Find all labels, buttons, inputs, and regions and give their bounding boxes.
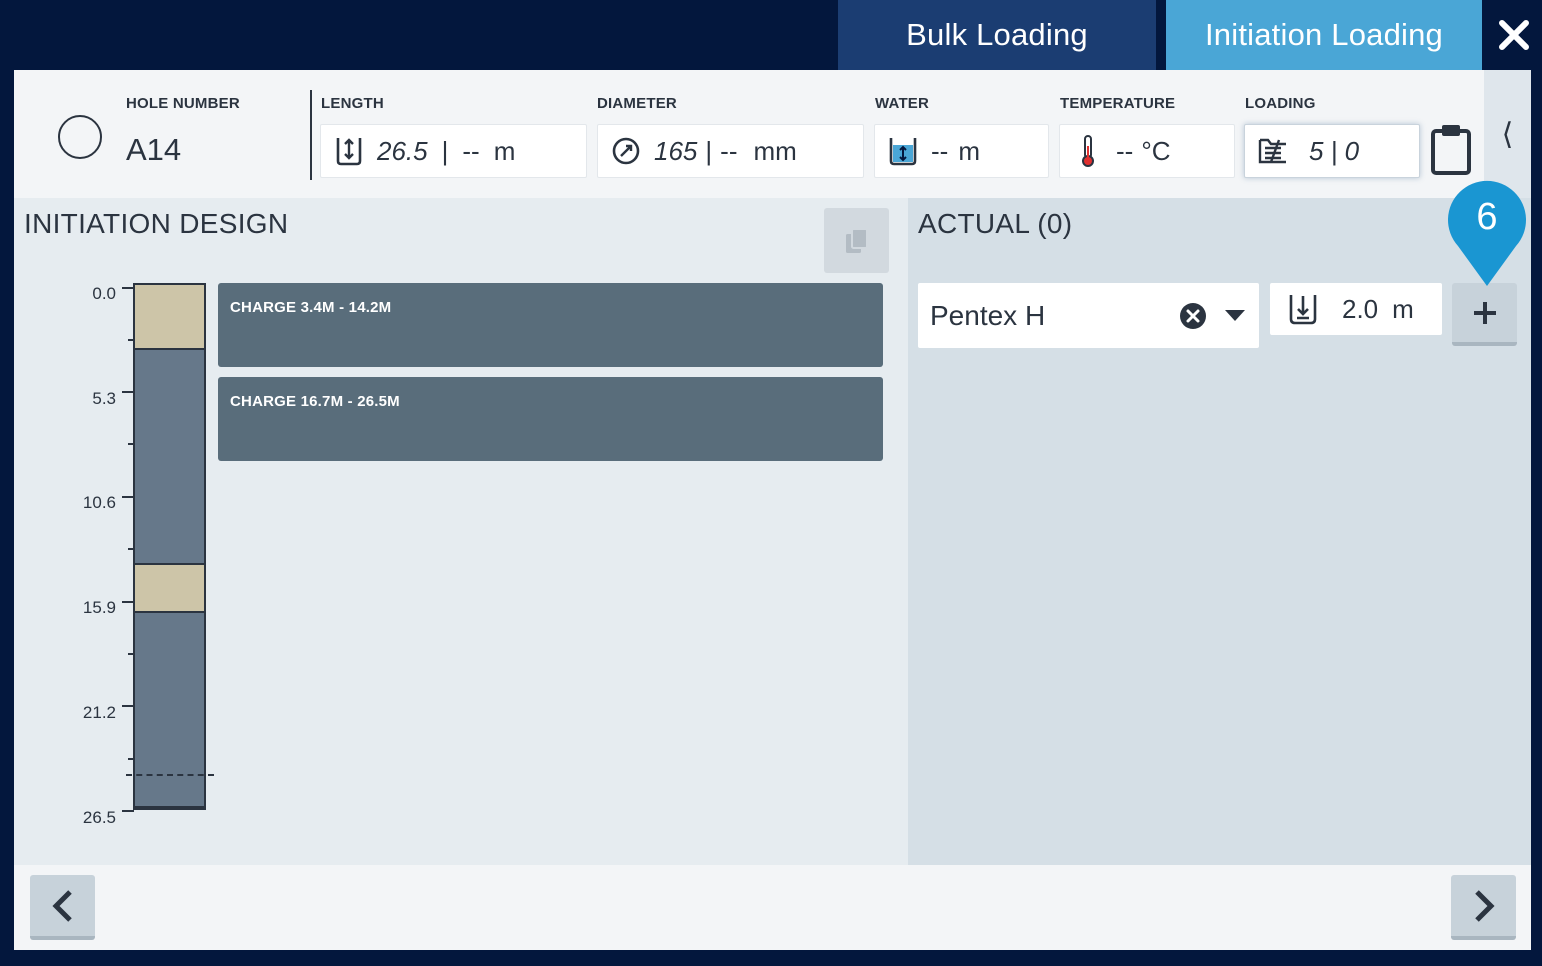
scale-label: 0.0 [92, 284, 116, 303]
scale-label: 26.5 [82, 808, 116, 827]
thermometer-icon [1060, 134, 1116, 168]
initiation-design-title: INITIATION DESIGN [24, 208, 289, 239]
scale-label: 21.2 [82, 703, 116, 722]
charge-block[interactable]: CHARGE 3.4M - 14.2M [218, 283, 883, 367]
depth-icon [1270, 292, 1336, 326]
loading-field[interactable]: 5 | 0 [1244, 124, 1420, 178]
tab-bulk-loading[interactable]: Bulk Loading [838, 0, 1156, 70]
main-panel: HOLE NUMBER A14 LENGTH 26.5 | -- m DIAME… [14, 70, 1531, 950]
hole-status-indicator [58, 115, 102, 159]
hole-header: HOLE NUMBER A14 LENGTH 26.5 | -- m DIAME… [14, 70, 1484, 198]
product-length-field[interactable]: 2.0 m [1270, 283, 1442, 335]
add-product-button[interactable] [1452, 283, 1517, 346]
product-length-value: 2.0 [1342, 293, 1379, 324]
clipboard-button[interactable] [1428, 122, 1474, 178]
product-dropdown-button[interactable] [1225, 309, 1245, 322]
length-field[interactable]: 26.5 | -- m [320, 124, 587, 178]
length-label: LENGTH [321, 95, 384, 112]
charge-label: CHARGE 16.7M - 26.5M [230, 393, 400, 410]
stemming-segment [135, 563, 204, 613]
product-name: Pentex H [930, 299, 1046, 331]
charge-label: CHARGE 3.4M - 14.2M [230, 299, 392, 316]
scale-tick [122, 810, 134, 812]
temperature-unit: °C [1141, 135, 1171, 166]
water-label: WATER [875, 95, 930, 112]
loading-label: LOADING [1245, 95, 1316, 112]
caret-down-icon [1225, 309, 1245, 321]
close-icon [1499, 20, 1529, 50]
hole-length-icon [321, 135, 377, 167]
diameter-design-value: 165 [654, 135, 698, 166]
temperature-field[interactable]: -- °C [1059, 124, 1235, 178]
product-select[interactable]: Pentex H [918, 283, 1259, 348]
plus-icon [1473, 301, 1496, 324]
tab-initiation-loading[interactable]: Initiation Loading [1166, 0, 1482, 70]
close-button[interactable] [1490, 10, 1538, 60]
step-callout-number: 6 [1476, 196, 1498, 238]
clear-product-button[interactable] [1179, 302, 1207, 330]
footer-nav [14, 865, 1531, 950]
clipboard-icon [1431, 125, 1471, 175]
previous-button[interactable] [30, 875, 95, 940]
length-unit: m [493, 135, 516, 166]
scale-label: 10.6 [82, 493, 116, 512]
copy-design-button[interactable] [824, 208, 889, 273]
next-button[interactable] [1451, 875, 1516, 940]
loading-icon [1245, 136, 1301, 166]
water-field[interactable]: -- m [874, 124, 1049, 178]
actual-title: ACTUAL (0) [918, 208, 1073, 239]
diameter-icon [598, 136, 654, 166]
charge-block[interactable]: CHARGE 16.7M - 26.5M [218, 377, 883, 461]
length-actual-value: -- [462, 135, 480, 166]
hole-column [133, 283, 206, 810]
scale-label: 15.9 [82, 598, 116, 617]
stemming-segment [135, 285, 204, 350]
hole-number-value: A14 [126, 132, 182, 167]
diameter-field[interactable]: 165 | -- mm [597, 124, 864, 178]
diameter-unit: mm [753, 135, 797, 166]
initiation-design-section: INITIATION DESIGN 0.0 5.3 10.6 15.9 21.2… [14, 198, 908, 865]
water-level-icon [875, 135, 931, 167]
diameter-label: DIAMETER [597, 95, 677, 112]
product-length-unit: m [1392, 293, 1414, 324]
water-value: -- [931, 135, 949, 166]
clear-circle-icon [1180, 302, 1206, 329]
diameter-actual-value: -- [720, 135, 738, 166]
length-design-value: 26.5 [377, 135, 428, 166]
water-unit: m [958, 135, 980, 166]
temperature-value: -- [1116, 135, 1134, 166]
water-level-marker [126, 774, 214, 776]
chevron-left-icon [51, 889, 72, 922]
header-divider [310, 90, 312, 180]
actual-section: ACTUAL (0) Pentex H 2.0 m [908, 198, 1531, 865]
chevron-right-icon [1474, 889, 1495, 922]
scale-label: 5.3 [92, 389, 116, 408]
copy-icon [845, 227, 868, 253]
hole-number-label: HOLE NUMBER [126, 95, 240, 112]
loading-value: 5 | 0 [1309, 135, 1360, 166]
temperature-label: TEMPERATURE [1060, 95, 1176, 112]
